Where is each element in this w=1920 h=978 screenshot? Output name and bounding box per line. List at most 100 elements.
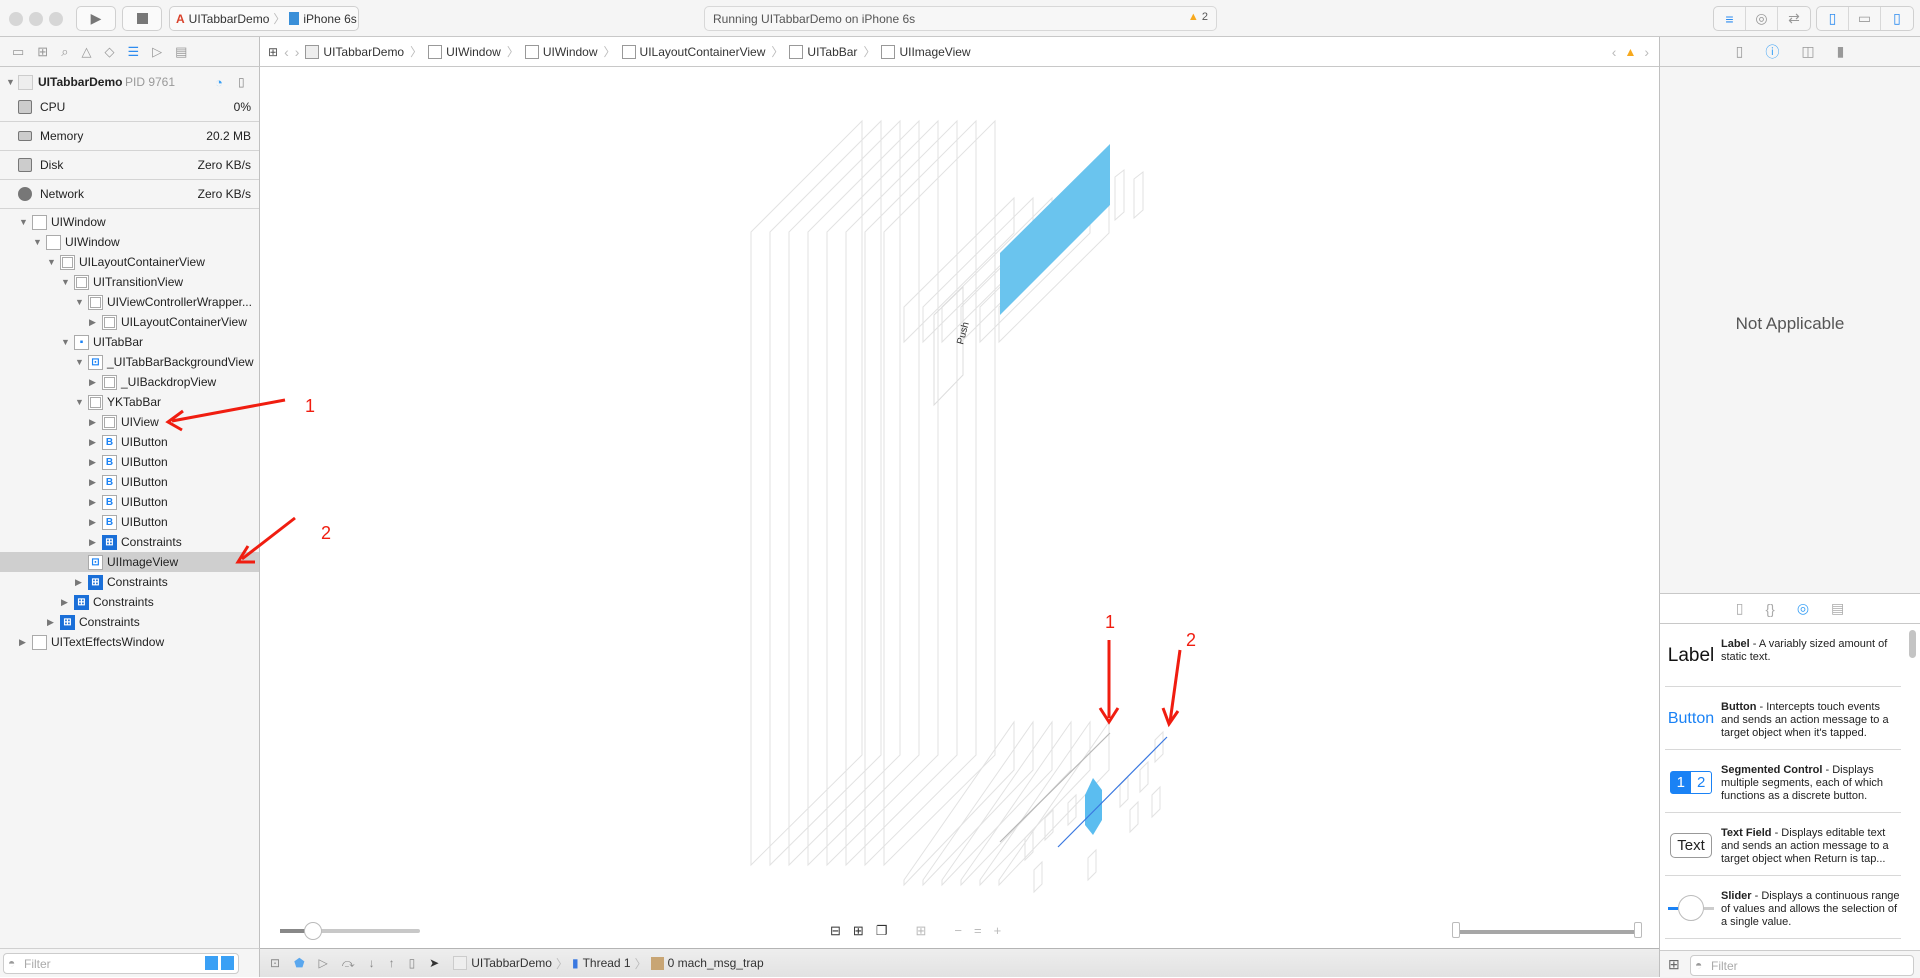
center-tab-button[interactable] bbox=[1085, 778, 1102, 835]
disclosure-triangle-icon[interactable]: ▶ bbox=[89, 497, 99, 508]
disclosure-triangle-icon[interactable]: ▶ bbox=[89, 517, 99, 528]
hide-debug-area-icon[interactable]: ⊡ bbox=[270, 956, 280, 970]
breakpoint-icon[interactable]: ▷ bbox=[152, 44, 162, 60]
disclosure-triangle-icon[interactable]: ▶ bbox=[89, 477, 99, 488]
range-slider[interactable] bbox=[1452, 922, 1642, 938]
forward-button[interactable]: › bbox=[295, 44, 300, 60]
folder-icon[interactable]: ▭ bbox=[12, 44, 24, 60]
library-item[interactable]: Slider - Displays a continuous range of … bbox=[1665, 876, 1901, 939]
frame-crumb[interactable]: 0 mach_msg_trap bbox=[668, 956, 764, 970]
spacing-slider[interactable] bbox=[280, 922, 420, 940]
highlighted-view[interactable] bbox=[1000, 144, 1110, 315]
step-over-icon[interactable]: ⤼ bbox=[342, 956, 355, 971]
tree-row[interactable]: ▶ B UIButton bbox=[0, 512, 259, 532]
tab-item-layer[interactable] bbox=[1087, 848, 1097, 882]
tab-item-layer[interactable] bbox=[1129, 800, 1139, 834]
gauge-icon[interactable]: ◔ bbox=[215, 75, 223, 90]
slider-knob[interactable] bbox=[304, 922, 322, 940]
tree-row[interactable]: ▶ UITextEffectsWindow bbox=[0, 632, 259, 652]
device-icon[interactable]: ▯ bbox=[238, 75, 245, 89]
file-template-icon[interactable]: ▯ bbox=[1736, 600, 1744, 617]
view-layer[interactable] bbox=[864, 119, 977, 867]
tree-row[interactable]: ▶ UIView bbox=[0, 412, 259, 432]
process-crumb[interactable]: UITabbarDemo bbox=[471, 956, 552, 970]
warnings-badge[interactable]: ▲ 2 bbox=[1188, 11, 1208, 23]
library-item[interactable]: Label Label - A variably sized amount of… bbox=[1665, 624, 1901, 687]
view-layer[interactable] bbox=[845, 119, 958, 867]
zoom-in-icon[interactable]: + bbox=[994, 923, 1002, 939]
disclosure-triangle-icon[interactable]: ▶ bbox=[61, 597, 71, 608]
thread-crumb[interactable]: Thread 1 bbox=[583, 956, 631, 970]
tree-row[interactable]: ▼ YKTabBar bbox=[0, 392, 259, 412]
scheme-selector[interactable]: A UITabbarDemo 〉 iPhone 6s bbox=[169, 6, 359, 31]
breadcrumb-item[interactable]: UITabBar bbox=[789, 44, 857, 59]
view-layer[interactable] bbox=[750, 119, 863, 867]
tab-item-layer[interactable] bbox=[1024, 828, 1034, 862]
view-layer[interactable] bbox=[903, 196, 1015, 344]
tabbar-layer[interactable] bbox=[922, 720, 1034, 887]
editor-mode-control[interactable]: ≡ ◎ ⇄ bbox=[1713, 6, 1811, 31]
disclosure-triangle-icon[interactable]: ▶ bbox=[89, 537, 99, 548]
disclosure-triangle-icon[interactable]: ▼ bbox=[47, 257, 57, 267]
view-toggle-control[interactable]: ▯ ▭ ▯ bbox=[1816, 6, 1914, 31]
tree-row[interactable]: ▼ UIWindow bbox=[0, 212, 259, 232]
search-icon[interactable]: ⌕ bbox=[61, 44, 68, 60]
device-name[interactable]: iPhone 6s bbox=[303, 12, 356, 26]
standard-editor-icon[interactable]: ≡ bbox=[1714, 7, 1746, 30]
previous-issue-button[interactable]: ‹ bbox=[1612, 44, 1617, 60]
network-gauge[interactable]: Network Zero KB/s bbox=[0, 180, 259, 209]
disclosure-triangle-icon[interactable]: ▶ bbox=[47, 617, 57, 628]
run-button[interactable]: ▶ bbox=[76, 6, 116, 31]
test-icon[interactable]: ◇ bbox=[104, 44, 114, 60]
tree-row[interactable]: ▼ ▪ UITabBar bbox=[0, 332, 259, 352]
tab-item-layer[interactable] bbox=[1154, 730, 1164, 764]
tree-row[interactable]: ▼ UIViewControllerWrapper... bbox=[0, 292, 259, 312]
view-layer[interactable] bbox=[769, 119, 882, 867]
library-item[interactable]: Text Text Field - Displays editable text… bbox=[1665, 813, 1901, 876]
view-mode-icon[interactable]: ❐ bbox=[876, 923, 888, 939]
breakpoints-toggle-icon[interactable]: ⬟ bbox=[294, 956, 304, 970]
debug-icon[interactable]: ☰ bbox=[127, 44, 139, 60]
view-layer[interactable] bbox=[883, 119, 996, 867]
disclosure-triangle-icon[interactable]: ▼ bbox=[33, 237, 43, 247]
view-layer[interactable] bbox=[1133, 170, 1144, 220]
hierarchy-icon[interactable]: ⊞ bbox=[37, 44, 48, 60]
show-constraints-filter-icon[interactable] bbox=[205, 956, 218, 970]
object-library-icon[interactable]: ◎ bbox=[1797, 600, 1809, 617]
related-items-icon[interactable]: ⊞ bbox=[268, 45, 278, 59]
next-issue-button[interactable]: › bbox=[1644, 44, 1649, 60]
memory-gauge[interactable]: Memory 20.2 MB bbox=[0, 122, 259, 151]
tree-row[interactable]: ▶ B UIButton bbox=[0, 472, 259, 492]
breadcrumb-item[interactable]: UIImageView bbox=[881, 44, 971, 59]
show-hidden-filter-icon[interactable] bbox=[221, 956, 234, 970]
exploded-view-hierarchy[interactable]: Push 1 2 bbox=[260, 67, 1659, 948]
tab-item-layer[interactable] bbox=[1067, 793, 1077, 827]
tree-row[interactable]: ▶ ⊞ Constraints bbox=[0, 572, 259, 592]
breadcrumb-item[interactable]: UITabbarDemo bbox=[305, 44, 404, 59]
breadcrumb-item[interactable]: UIWindow bbox=[524, 44, 598, 59]
show-constraints-icon[interactable]: ⊞ bbox=[853, 923, 864, 939]
zoom-out-icon[interactable]: − bbox=[954, 923, 962, 939]
disclosure-triangle-icon[interactable]: ▶ bbox=[89, 437, 99, 448]
assistant-editor-icon[interactable]: ◎ bbox=[1746, 7, 1778, 30]
library-scrollbar[interactable] bbox=[1909, 630, 1916, 658]
disclosure-triangle-icon[interactable]: ▶ bbox=[89, 377, 99, 388]
tree-row[interactable]: ▶ B UIButton bbox=[0, 452, 259, 472]
tab-item-layer[interactable] bbox=[1119, 775, 1129, 809]
version-editor-icon[interactable]: ⇄ bbox=[1778, 7, 1810, 30]
library-item[interactable]: 12 Segmented Control - Displays multiple… bbox=[1665, 750, 1901, 813]
filter-input[interactable]: ◓ Filter bbox=[3, 953, 239, 974]
tab-item-layer[interactable] bbox=[1139, 760, 1149, 794]
view-layer[interactable] bbox=[788, 119, 901, 867]
view-layer[interactable] bbox=[807, 119, 920, 867]
scheme-name[interactable]: UITabbarDemo bbox=[189, 12, 270, 26]
debug-breadcrumb[interactable]: UITabbarDemo 〉 ▮ Thread 1 〉 0 mach_msg_tra… bbox=[453, 955, 764, 972]
navigator-toggle-icon[interactable]: ▯ bbox=[1817, 7, 1849, 30]
breadcrumb-item[interactable]: UILayoutContainerView bbox=[621, 44, 765, 59]
disclosure-triangle-icon[interactable]: ▼ bbox=[75, 297, 85, 307]
object-inspector-icon[interactable]: ◫ bbox=[1801, 43, 1814, 60]
location-icon[interactable]: ➤ bbox=[429, 956, 439, 970]
zoom-actual-icon[interactable]: = bbox=[974, 923, 982, 939]
tree-row[interactable]: ▶ UILayoutContainerView bbox=[0, 312, 259, 332]
stop-button[interactable] bbox=[122, 6, 162, 31]
